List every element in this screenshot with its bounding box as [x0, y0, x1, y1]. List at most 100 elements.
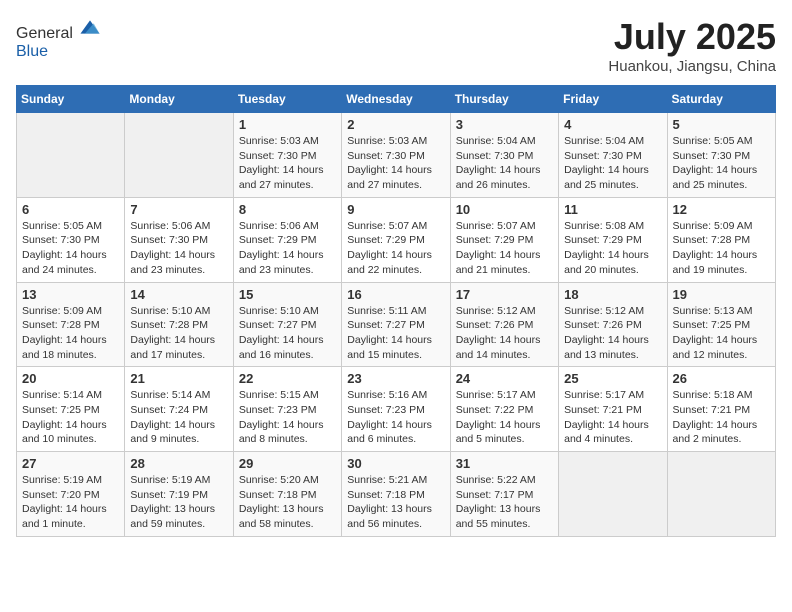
calendar-cell: 6Sunrise: 5:05 AMSunset: 7:30 PMDaylight…	[17, 197, 125, 282]
day-number: 30	[347, 456, 444, 471]
days-header-row: SundayMondayTuesdayWednesdayThursdayFrid…	[17, 86, 776, 113]
calendar-cell	[17, 113, 125, 198]
day-number: 12	[673, 202, 770, 217]
calendar-cell: 1 Sunrise: 5:03 AMSunset: 7:30 PMDaylight…	[233, 113, 341, 198]
calendar-cell: 2Sunrise: 5:03 AMSunset: 7:30 PMDaylight…	[342, 113, 450, 198]
calendar-cell: 13 Sunrise: 5:09 AMSunset: 7:28 PMDayligh…	[17, 282, 125, 367]
day-number: 4	[564, 117, 661, 132]
calendar-cell: 12 Sunrise: 5:09 AMSunset: 7:28 PMDayligh…	[667, 197, 775, 282]
calendar-week-row: 6Sunrise: 5:05 AMSunset: 7:30 PMDaylight…	[17, 197, 776, 282]
calendar-week-row: 13 Sunrise: 5:09 AMSunset: 7:28 PMDayligh…	[17, 282, 776, 367]
day-info: Sunrise: 5:17 AMSunset: 7:21 PMDaylight:…	[564, 388, 661, 447]
day-number: 5	[673, 117, 770, 132]
calendar-cell: 16Sunrise: 5:11 AMSunset: 7:27 PMDayligh…	[342, 282, 450, 367]
day-number: 15	[239, 287, 336, 302]
day-number: 21	[130, 371, 227, 386]
day-number: 26	[673, 371, 770, 386]
day-of-week-header: Friday	[559, 86, 667, 113]
day-info: Sunrise: 5:04 AMSunset: 7:30 PMDaylight:…	[564, 134, 661, 193]
calendar-cell: 3 Sunrise: 5:04 AMSunset: 7:30 PMDaylight…	[450, 113, 558, 198]
calendar-cell: 25 Sunrise: 5:17 AMSunset: 7:21 PMDayligh…	[559, 367, 667, 452]
day-number: 10	[456, 202, 553, 217]
calendar-cell: 8Sunrise: 5:06 AMSunset: 7:29 PMDaylight…	[233, 197, 341, 282]
month-title: July 2025	[608, 16, 776, 58]
logo: General Blue	[16, 16, 101, 61]
calendar-cell: 5 Sunrise: 5:05 AMSunset: 7:30 PMDaylight…	[667, 113, 775, 198]
day-number: 16	[347, 287, 444, 302]
logo-icon	[79, 16, 101, 38]
day-info: Sunrise: 5:10 AMSunset: 7:27 PMDaylight:…	[239, 304, 336, 363]
calendar-week-row: 27 Sunrise: 5:19 AMSunset: 7:20 PMDayligh…	[17, 452, 776, 537]
day-info: Sunrise: 5:21 AMSunset: 7:18 PMDaylight:…	[347, 473, 444, 532]
page-header: General Blue July 2025 Huankou, Jiangsu,…	[16, 16, 776, 75]
calendar-cell: 19 Sunrise: 5:13 AMSunset: 7:25 PMDayligh…	[667, 282, 775, 367]
calendar-cell	[559, 452, 667, 537]
calendar-week-row: 1 Sunrise: 5:03 AMSunset: 7:30 PMDaylight…	[17, 113, 776, 198]
calendar-cell: 24 Sunrise: 5:17 AMSunset: 7:22 PMDayligh…	[450, 367, 558, 452]
calendar-cell: 21 Sunrise: 5:14 AMSunset: 7:24 PMDayligh…	[125, 367, 233, 452]
day-info: Sunrise: 5:07 AMSunset: 7:29 PMDaylight:…	[347, 219, 444, 278]
location: Huankou, Jiangsu, China	[608, 58, 776, 75]
day-info: Sunrise: 5:15 AMSunset: 7:23 PMDaylight:…	[239, 388, 336, 447]
day-of-week-header: Thursday	[450, 86, 558, 113]
day-info: Sunrise: 5:09 AMSunset: 7:28 PMDaylight:…	[22, 304, 119, 363]
day-info: Sunrise: 5:08 AMSunset: 7:29 PMDaylight:…	[564, 219, 661, 278]
calendar-cell: 18Sunrise: 5:12 AMSunset: 7:26 PMDayligh…	[559, 282, 667, 367]
calendar-table: SundayMondayTuesdayWednesdayThursdayFrid…	[16, 85, 776, 537]
calendar-cell: 29 Sunrise: 5:20 AMSunset: 7:18 PMDayligh…	[233, 452, 341, 537]
calendar-cell	[125, 113, 233, 198]
day-of-week-header: Saturday	[667, 86, 775, 113]
calendar-cell	[667, 452, 775, 537]
day-number: 17	[456, 287, 553, 302]
logo-general-text: General	[16, 25, 73, 42]
day-info: Sunrise: 5:17 AMSunset: 7:22 PMDaylight:…	[456, 388, 553, 447]
day-info: Sunrise: 5:04 AMSunset: 7:30 PMDaylight:…	[456, 134, 553, 193]
day-number: 19	[673, 287, 770, 302]
day-info: Sunrise: 5:07 AMSunset: 7:29 PMDaylight:…	[456, 219, 553, 278]
calendar-cell: 26 Sunrise: 5:18 AMSunset: 7:21 PMDayligh…	[667, 367, 775, 452]
day-number: 22	[239, 371, 336, 386]
day-number: 9	[347, 202, 444, 217]
calendar-cell: 10 Sunrise: 5:07 AMSunset: 7:29 PMDayligh…	[450, 197, 558, 282]
calendar-cell: 28Sunrise: 5:19 AMSunset: 7:19 PMDayligh…	[125, 452, 233, 537]
day-number: 6	[22, 202, 119, 217]
calendar-cell: 14 Sunrise: 5:10 AMSunset: 7:28 PMDayligh…	[125, 282, 233, 367]
calendar-cell: 31 Sunrise: 5:22 AMSunset: 7:17 PMDayligh…	[450, 452, 558, 537]
calendar-cell: 7 Sunrise: 5:06 AMSunset: 7:30 PMDaylight…	[125, 197, 233, 282]
calendar-cell: 22 Sunrise: 5:15 AMSunset: 7:23 PMDayligh…	[233, 367, 341, 452]
day-of-week-header: Wednesday	[342, 86, 450, 113]
day-number: 14	[130, 287, 227, 302]
day-info: Sunrise: 5:06 AMSunset: 7:30 PMDaylight:…	[130, 219, 227, 278]
day-number: 11	[564, 202, 661, 217]
day-info: Sunrise: 5:18 AMSunset: 7:21 PMDaylight:…	[673, 388, 770, 447]
day-info: Sunrise: 5:22 AMSunset: 7:17 PMDaylight:…	[456, 473, 553, 532]
day-number: 13	[22, 287, 119, 302]
day-info: Sunrise: 5:16 AMSunset: 7:23 PMDaylight:…	[347, 388, 444, 447]
day-number: 7	[130, 202, 227, 217]
calendar-cell: 17Sunrise: 5:12 AMSunset: 7:26 PMDayligh…	[450, 282, 558, 367]
day-info: Sunrise: 5:03 AMSunset: 7:30 PMDaylight:…	[239, 134, 336, 193]
day-info: Sunrise: 5:19 AMSunset: 7:20 PMDaylight:…	[22, 473, 119, 532]
calendar-cell: 9 Sunrise: 5:07 AMSunset: 7:29 PMDaylight…	[342, 197, 450, 282]
day-info: Sunrise: 5:10 AMSunset: 7:28 PMDaylight:…	[130, 304, 227, 363]
day-info: Sunrise: 5:13 AMSunset: 7:25 PMDaylight:…	[673, 304, 770, 363]
day-number: 29	[239, 456, 336, 471]
day-number: 1	[239, 117, 336, 132]
day-info: Sunrise: 5:14 AMSunset: 7:24 PMDaylight:…	[130, 388, 227, 447]
day-number: 20	[22, 371, 119, 386]
day-info: Sunrise: 5:09 AMSunset: 7:28 PMDaylight:…	[673, 219, 770, 278]
day-number: 24	[456, 371, 553, 386]
calendar-cell: 27 Sunrise: 5:19 AMSunset: 7:20 PMDayligh…	[17, 452, 125, 537]
calendar-week-row: 20Sunrise: 5:14 AMSunset: 7:25 PMDayligh…	[17, 367, 776, 452]
day-info: Sunrise: 5:05 AMSunset: 7:30 PMDaylight:…	[673, 134, 770, 193]
day-of-week-header: Monday	[125, 86, 233, 113]
day-number: 3	[456, 117, 553, 132]
day-info: Sunrise: 5:20 AMSunset: 7:18 PMDaylight:…	[239, 473, 336, 532]
day-number: 25	[564, 371, 661, 386]
day-of-week-header: Tuesday	[233, 86, 341, 113]
day-number: 31	[456, 456, 553, 471]
calendar-cell: 30 Sunrise: 5:21 AMSunset: 7:18 PMDayligh…	[342, 452, 450, 537]
calendar-cell: 20Sunrise: 5:14 AMSunset: 7:25 PMDayligh…	[17, 367, 125, 452]
title-block: July 2025 Huankou, Jiangsu, China	[608, 16, 776, 75]
day-number: 27	[22, 456, 119, 471]
